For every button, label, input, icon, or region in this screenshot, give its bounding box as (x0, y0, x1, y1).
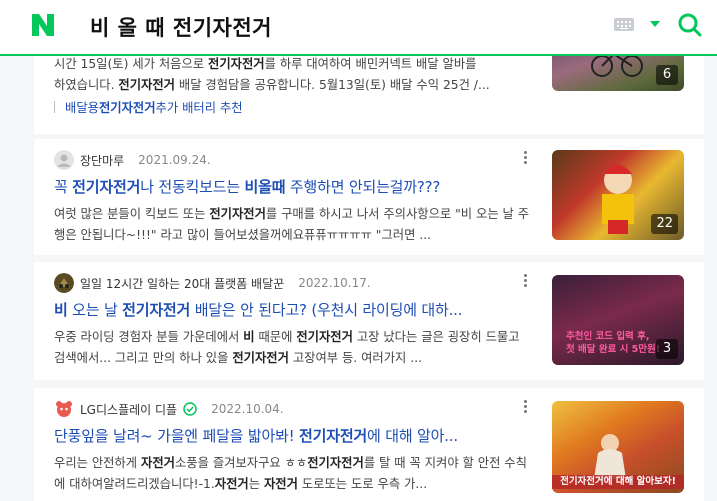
result-meta: 일일 12시간 일하는 20대 플랫폼 배달꾼 2022.10.17. (54, 273, 371, 293)
result-description: 시간 15일(토) 세가 처음으로 전기자전거를 하루 대여하여 배민커넥트 배… (54, 57, 490, 92)
search-icon[interactable] (677, 12, 703, 38)
image-count-badge: 22 (651, 214, 678, 234)
keyboard-icon[interactable] (614, 18, 634, 31)
result-description: 우중 라이딩 경험자 분들 가운데에서 비 때문에 전기자전거 고장 났다는 글… (54, 330, 520, 365)
verified-check-icon (183, 402, 197, 416)
author-name[interactable]: 일일 12시간 일하는 20대 플랫폼 배달꾼 (80, 275, 284, 292)
result-meta: LG디스플레이 디플 2022.10.04. (54, 399, 284, 419)
more-icon[interactable] (524, 151, 528, 165)
image-count-badge: 6 (656, 65, 678, 85)
result-thumbnail[interactable]: 추천인 코드 입력 후, 첫 배달 완료 시 5만원! 3 (552, 275, 684, 365)
search-result-card: 시간 15일(토) 세가 처음으로 전기자전거를 하루 대여하여 배민커넥트 배… (34, 36, 704, 134)
search-query-text[interactable]: 비 올 때 전기자전거 (90, 12, 272, 42)
result-title[interactable]: 단풍잎을 날려~ 가을엔 페달을 밟아봐! 전기자전거에 대해 알아... (54, 425, 534, 446)
search-result-card: LG디스플레이 디플 2022.10.04. 단풍잎을 날려~ 가을엔 페달을 … (34, 388, 704, 501)
result-description: 여럿 많은 분들이 킥보드 또는 전기자전거를 구매를 하시고 나서 주의사항으… (54, 207, 530, 242)
result-title[interactable]: 비 오는 날 전기자전거 배달은 안 된다고? (우천시 라이딩에 대하... (54, 299, 534, 320)
result-meta: 장단마루 2021.09.24. (54, 150, 211, 170)
post-date: 2022.10.17. (298, 276, 371, 290)
dropdown-arrow-icon[interactable] (650, 21, 660, 27)
related-search-link[interactable]: 배달용 전기자전거 추가 배터리 추천 (54, 98, 243, 116)
avatar[interactable] (54, 399, 74, 419)
search-result-card: 장단마루 2021.09.24. 꼭 전기자전거나 전동킥보드는 비올때 주행하… (34, 139, 704, 255)
more-icon[interactable] (524, 274, 528, 288)
search-header: 비 올 때 전기자전거 (0, 0, 717, 56)
author-name[interactable]: 장단마루 (80, 152, 124, 169)
divider (54, 101, 55, 113)
thumbnail-caption: 전기자전거에 대해 알아보자! (552, 475, 684, 489)
post-date: 2022.10.04. (211, 402, 284, 416)
result-thumbnail[interactable]: 전기자전거에 대해 알아보자! (552, 401, 684, 493)
result-thumbnail[interactable]: 22 (552, 150, 684, 240)
avatar[interactable] (54, 273, 74, 293)
thumbnail-caption: 추천인 코드 입력 후, 첫 배달 완료 시 5만원! (566, 331, 661, 355)
result-title[interactable]: 꼭 전기자전거나 전동킥보드는 비올때 주행하면 안되는걸까??? (54, 176, 534, 197)
post-date: 2021.09.24. (138, 153, 211, 167)
more-icon[interactable] (524, 400, 528, 414)
naver-logo-icon[interactable] (30, 12, 56, 38)
image-count-badge: 3 (656, 339, 678, 359)
search-result-card: 일일 12시간 일하는 20대 플랫폼 배달꾼 2022.10.17. 비 오는… (34, 262, 704, 380)
author-name[interactable]: LG디스플레이 디플 (80, 401, 177, 418)
avatar[interactable] (54, 150, 74, 170)
result-description: 우리는 안전하게 자전거소풍을 즐겨보자구요 ㅎㅎ전기자전거를 탈 때 꼭 지켜… (54, 456, 527, 491)
